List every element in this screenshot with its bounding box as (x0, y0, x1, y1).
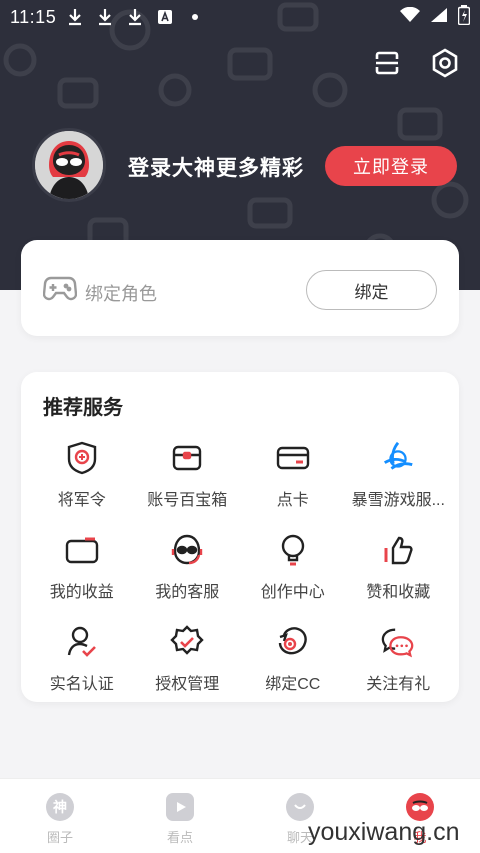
service-label: 我的客服 (155, 584, 220, 601)
scan-icon[interactable] (372, 48, 402, 78)
bind-role-label: 绑定角色 (85, 284, 157, 304)
service-label: 将军令 (57, 492, 106, 509)
services-title: 推荐服务 (43, 397, 123, 419)
service-item[interactable]: 点卡 (240, 440, 346, 510)
dot-icon (186, 8, 204, 26)
battery-icon (457, 4, 471, 30)
chat-icon (286, 793, 314, 821)
video-icon (166, 793, 194, 821)
wallet-icon (64, 532, 100, 568)
download-icon (66, 8, 84, 26)
tab-label: 看点 (166, 830, 193, 845)
service-label: 暴雪游戏服... (351, 492, 445, 509)
settings-icon[interactable] (430, 48, 460, 78)
badge-check-icon (169, 624, 205, 660)
service-item[interactable]: 实名认证 (29, 624, 135, 694)
avatar[interactable] (32, 128, 106, 202)
chat-bubbles-icon (380, 624, 416, 660)
service-item[interactable]: 将军令 (29, 440, 135, 510)
status-time: 11:15 (10, 6, 57, 27)
service-item[interactable]: 我的收益 (29, 532, 135, 602)
lightbulb-icon (275, 532, 311, 568)
keyboard-a-icon (156, 8, 174, 26)
profile-mask-icon (406, 793, 434, 821)
download-icon (126, 8, 144, 26)
person-check-icon (64, 624, 100, 660)
cc-bird-icon (275, 624, 311, 660)
treasure-box-icon (169, 440, 205, 476)
gamepad-icon (42, 276, 78, 302)
service-item[interactable]: 暴雪游戏服... (346, 440, 452, 510)
service-label: 点卡 (276, 492, 309, 509)
login-prompt: 登录大神更多精彩 (128, 157, 304, 180)
service-item[interactable]: 赞和收藏 (346, 532, 452, 602)
bind-role-card: 绑定角色 绑定 (21, 240, 459, 336)
circle-shen-icon: 神 (46, 793, 74, 821)
headset-icon (169, 532, 205, 568)
download-icon (96, 8, 114, 26)
service-item[interactable]: 授权管理 (135, 624, 241, 694)
service-label: 授权管理 (155, 676, 220, 693)
tab-circle[interactable]: 神 圈子 (0, 779, 120, 853)
signal-icon (430, 7, 448, 28)
service-label: 账号百宝箱 (147, 492, 228, 509)
watermark-text: youxiwang.cn (308, 818, 460, 846)
service-item[interactable]: 创作中心 (240, 532, 346, 602)
service-item[interactable]: 关注有礼 (346, 624, 452, 694)
service-label: 绑定CC (265, 676, 321, 693)
battlenet-icon (380, 440, 416, 476)
tab-label: 圈子 (46, 830, 73, 845)
bind-button[interactable]: 绑定 (306, 270, 437, 310)
service-item[interactable]: 绑定CC (240, 624, 346, 694)
service-label: 关注有礼 (366, 676, 431, 693)
shield-token-icon (64, 440, 100, 476)
thumbs-up-icon (380, 532, 416, 568)
service-item[interactable]: 账号百宝箱 (135, 440, 241, 510)
tab-highlights[interactable]: 看点 (120, 779, 240, 853)
service-label: 赞和收藏 (366, 584, 431, 601)
service-label: 实名认证 (49, 676, 114, 693)
service-item[interactable]: 我的客服 (135, 532, 241, 602)
card-icon (275, 440, 311, 476)
service-label: 创作中心 (260, 584, 325, 601)
services-grid: 将军令 账号百宝箱 点卡 暴雪游戏服... 我的收益 我的客服 创作中心 赞和收… (29, 440, 451, 694)
service-label: 我的收益 (49, 584, 114, 601)
wifi-icon (400, 6, 420, 28)
header-actions (372, 48, 460, 78)
recommended-services: 推荐服务 将军令 账号百宝箱 点卡 暴雪游戏服... 我的收益 我的客服 创作中… (21, 372, 459, 702)
status-bar: 11:15 (0, 0, 480, 34)
login-button[interactable]: 立即登录 (325, 146, 457, 186)
